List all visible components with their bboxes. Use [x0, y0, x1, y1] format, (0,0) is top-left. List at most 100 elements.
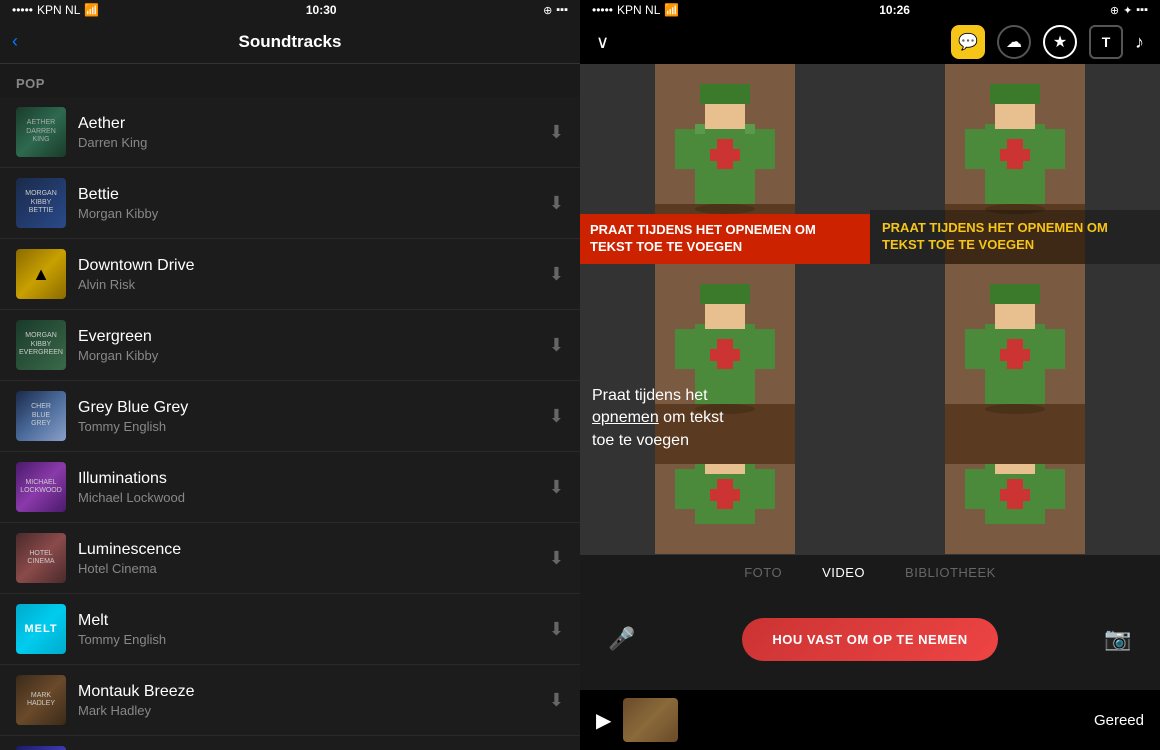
- video-cell-4: [870, 264, 1160, 464]
- left-panel: ••••• KPN NL 📶 10:30 ⊕ ▪▪▪ ‹ Soundtracks…: [0, 0, 580, 750]
- done-button[interactable]: Gereed: [1094, 712, 1144, 729]
- artwork-greyblue: CHERBLUEGREY: [16, 391, 66, 441]
- track-item-melt[interactable]: MELT Melt Tommy English ⬇: [0, 594, 580, 665]
- tab-video[interactable]: VIDEO: [822, 565, 865, 580]
- bluetooth-icon-right: ✦: [1123, 4, 1132, 17]
- bluetooth-icon-left: ⊕: [543, 4, 552, 17]
- tab-foto[interactable]: FOTO: [744, 565, 782, 580]
- artwork-aether: AETHERDARRENKING: [16, 107, 66, 157]
- artwork-melt: MELT: [16, 604, 66, 654]
- download-icon-aether[interactable]: ⬇: [549, 122, 564, 143]
- nav-bar-left: ‹ Soundtracks: [0, 20, 580, 64]
- artwork-montauk: MARKHADLEY: [16, 675, 66, 725]
- track-item-evergreen[interactable]: MORGANKIBBYEVERGREEN Evergreen Morgan Ki…: [0, 310, 580, 381]
- star-icon-button[interactable]: ★: [1043, 25, 1077, 59]
- track-item-aether[interactable]: AETHERDARRENKING Aether Darren King ⬇: [0, 97, 580, 168]
- filmstrip-thumbnail: [623, 698, 678, 742]
- back-down-button[interactable]: ∨: [596, 32, 609, 53]
- video-overlay-red-1: PRAAT TIJDENS HET OPNEMEN OM TEKST TOE T…: [580, 214, 870, 264]
- track-artist-greyblue: Tommy English: [78, 419, 541, 434]
- status-icons-right: ⊕ ✦ ▪▪▪: [1110, 4, 1148, 17]
- artwork-downtown: ▲: [16, 249, 66, 299]
- wifi-icon-right: 📶: [664, 3, 679, 17]
- track-info-luminescence: Luminescence Hotel Cinema: [78, 541, 541, 576]
- track-item-bettie[interactable]: MORGANKIBBYBETTIE Bettie Morgan Kibby ⬇: [0, 168, 580, 239]
- download-icon-downtown[interactable]: ⬇: [549, 264, 564, 285]
- artwork-luminescence: HOTELCINEMA: [16, 533, 66, 583]
- section-header: POP: [0, 64, 580, 97]
- track-info-evergreen: Evergreen Morgan Kibby: [78, 328, 541, 363]
- overlay-text-white-3: Praat tijdens het opnemen om tekst toe t…: [592, 385, 858, 452]
- video-grid: PRAAT TIJDENS HET OPNEMEN OM TEKST TOE T…: [580, 64, 1160, 554]
- artwork-bettie: MORGANKIBBYBETTIE: [16, 178, 66, 228]
- message-icon-button[interactable]: 💬: [951, 25, 985, 59]
- play-button[interactable]: ▶: [596, 708, 611, 733]
- track-list[interactable]: AETHERDARRENKING Aether Darren King ⬇ MO…: [0, 97, 580, 750]
- download-icon-illuminations[interactable]: ⬇: [549, 477, 564, 498]
- video-cell-6: [870, 464, 1160, 554]
- track-item-luminescence[interactable]: HOTELCINEMA Luminescence Hotel Cinema ⬇: [0, 523, 580, 594]
- overlay-text-yellow-2: PRAAT TIJDENS HET OPNEMEN OM TEKST TOE T…: [882, 220, 1148, 254]
- track-artist-illuminations: Michael Lockwood: [78, 490, 541, 505]
- track-item-downtown[interactable]: ▲ Downtown Drive Alvin Risk ⬇: [0, 239, 580, 310]
- tab-bibliotheek[interactable]: BIBLIOTHEEK: [905, 565, 996, 580]
- text-overlay-icon: T: [1102, 34, 1111, 50]
- download-icon-evergreen[interactable]: ⬇: [549, 335, 564, 356]
- track-artist-melt: Tommy English: [78, 632, 541, 647]
- track-name-downtown: Downtown Drive: [78, 257, 541, 275]
- video-overlay-yellow-2: PRAAT TIJDENS HET OPNEMEN OM TEKST TOE T…: [870, 210, 1160, 264]
- track-name-melt: Melt: [78, 612, 541, 630]
- record-button[interactable]: HOU VAST OM OP TE NEMEN: [742, 618, 997, 661]
- overlay-text-red-1: PRAAT TIJDENS HET OPNEMEN OM TEKST TOE T…: [590, 222, 860, 256]
- status-icons-left: ⊕ ▪▪▪: [543, 4, 568, 17]
- track-info-melt: Melt Tommy English: [78, 612, 541, 647]
- status-bar-right: ••••• KPN NL 📶 10:26 ⊕ ✦ ▪▪▪: [580, 0, 1160, 20]
- video-overlay-white-3: Praat tijdens het opnemen om tekst toe t…: [592, 385, 858, 452]
- track-info-downtown: Downtown Drive Alvin Risk: [78, 257, 541, 292]
- track-info-bettie: Bettie Morgan Kibby: [78, 186, 541, 221]
- back-button[interactable]: ‹: [12, 31, 18, 52]
- text-overlay-button[interactable]: T: [1089, 25, 1123, 59]
- track-item-illuminations[interactable]: MICHAELLOCKWOOD Illuminations Michael Lo…: [0, 452, 580, 523]
- video-cell-3: Praat tijdens het opnemen om tekst toe t…: [580, 264, 870, 464]
- mic-button[interactable]: 🎤: [600, 617, 644, 661]
- artwork-evergreen: MORGANKIBBYEVERGREEN: [16, 320, 66, 370]
- camera-controls: 🎤 HOU VAST OM OP TE NEMEN 📷: [580, 588, 1160, 690]
- battery-icon-left: ▪▪▪: [556, 4, 568, 16]
- artwork-illuminations: MICHAELLOCKWOOD: [16, 462, 66, 512]
- track-name-bettie: Bettie: [78, 186, 541, 204]
- track-info-montauk: Montauk Breeze Mark Hadley: [78, 683, 541, 718]
- download-icon-luminescence[interactable]: ⬇: [549, 548, 564, 569]
- battery-icon-right: ▪▪▪: [1136, 4, 1148, 16]
- track-item-montauk[interactable]: MARKHADLEY Montauk Breeze Mark Hadley ⬇: [0, 665, 580, 736]
- track-name-greyblue: Grey Blue Grey: [78, 399, 541, 417]
- track-info-greyblue: Grey Blue Grey Tommy English: [78, 399, 541, 434]
- track-artist-luminescence: Hotel Cinema: [78, 561, 541, 576]
- track-artist-evergreen: Morgan Kibby: [78, 348, 541, 363]
- tabs-bar: FOTO VIDEO BIBLIOTHEEK: [580, 554, 1160, 588]
- track-item-shapes[interactable]: SHAPESOFTHINGS Shapes of Things Michael …: [0, 736, 580, 750]
- download-icon-melt[interactable]: ⬇: [549, 619, 564, 640]
- carrier-left: KPN NL: [37, 3, 80, 17]
- music-icon: ♪: [1135, 32, 1144, 52]
- track-name-illuminations: Illuminations: [78, 470, 541, 488]
- video-cell-1: PRAAT TIJDENS HET OPNEMEN OM TEKST TOE T…: [580, 64, 870, 264]
- at-icon-right: ⊕: [1110, 4, 1119, 17]
- time-right: 10:26: [879, 3, 910, 17]
- download-icon-bettie[interactable]: ⬇: [549, 193, 564, 214]
- track-item-greyblue[interactable]: CHERBLUEGREY Grey Blue Grey Tommy Englis…: [0, 381, 580, 452]
- download-icon-greyblue[interactable]: ⬇: [549, 406, 564, 427]
- music-icon-button[interactable]: ♪: [1135, 32, 1144, 53]
- cloud-icon-button[interactable]: ☁: [997, 25, 1031, 59]
- page-title: Soundtracks: [239, 32, 342, 52]
- track-artist-bettie: Morgan Kibby: [78, 206, 541, 221]
- star-icon: ★: [1053, 32, 1067, 52]
- track-artist-aether: Darren King: [78, 135, 541, 150]
- camera-switch-button[interactable]: 📷: [1096, 617, 1140, 661]
- track-artist-montauk: Mark Hadley: [78, 703, 541, 718]
- video-cell-2: PRAAT TIJDENS HET OPNEMEN OM TEKST TOE T…: [870, 64, 1160, 264]
- download-icon-montauk[interactable]: ⬇: [549, 690, 564, 711]
- track-name-luminescence: Luminescence: [78, 541, 541, 559]
- track-info-aether: Aether Darren King: [78, 115, 541, 150]
- video-cell-5: [580, 464, 870, 554]
